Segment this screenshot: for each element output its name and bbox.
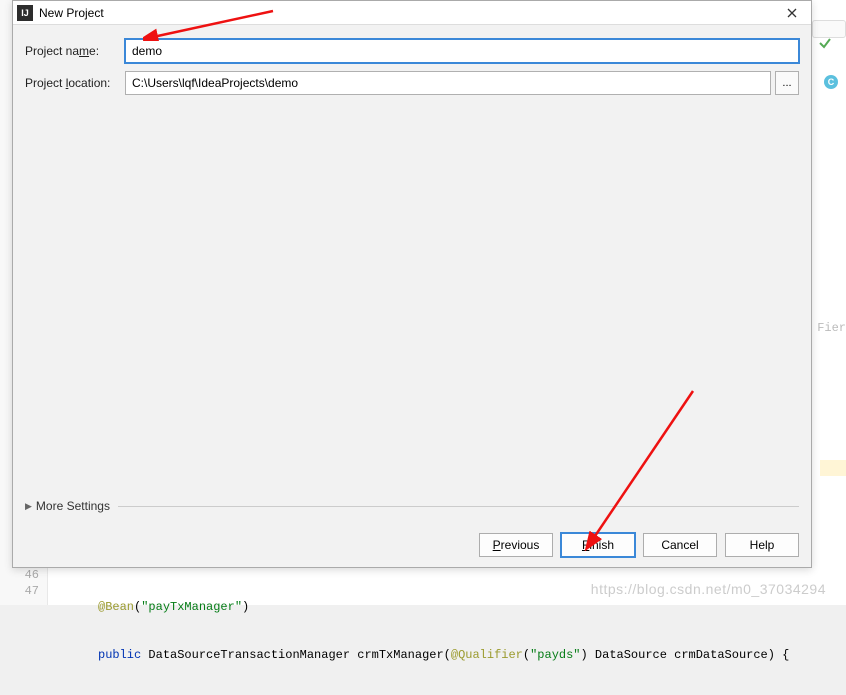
line-number: 46 <box>0 567 39 583</box>
divider-line <box>118 506 799 507</box>
project-location-row: Project location: ... <box>25 71 799 95</box>
project-name-input[interactable] <box>125 39 799 63</box>
code-line: public DataSourceTransactionManager crmT… <box>98 647 789 663</box>
editor-hint: Fier <box>817 320 846 336</box>
dialog-content: Project name: Project location: ... ▶ Mo… <box>13 25 811 567</box>
chevron-right-icon: ▶ <box>25 501 32 512</box>
project-location-label: Project location: <box>25 76 125 90</box>
more-settings-toggle[interactable]: ▶ More Settings <box>25 495 799 517</box>
more-settings-label: More Settings <box>36 499 110 513</box>
class-badge: C <box>824 75 838 89</box>
line-number: 47 <box>0 583 39 599</box>
cancel-button[interactable]: Cancel <box>643 533 717 557</box>
toolbar-hint-icon <box>818 36 832 53</box>
editor-highlight <box>820 460 846 476</box>
project-name-label: Project name: <box>25 44 125 58</box>
titlebar: IJ New Project <box>13 1 811 25</box>
dialog-title: New Project <box>39 6 777 20</box>
finish-button[interactable]: Finish <box>561 533 635 557</box>
browse-button[interactable]: ... <box>775 71 799 95</box>
spacer <box>25 103 799 495</box>
previous-button[interactable]: Previous <box>479 533 553 557</box>
app-icon: IJ <box>17 5 33 21</box>
button-row: Previous Finish Cancel Help <box>25 517 799 557</box>
help-button[interactable]: Help <box>725 533 799 557</box>
project-location-input[interactable] <box>125 71 771 95</box>
project-name-row: Project name: <box>25 39 799 63</box>
close-icon[interactable] <box>777 1 807 25</box>
new-project-dialog: IJ New Project Project name: Project loc… <box>12 0 812 568</box>
code-line: @Bean("payTxManager") <box>98 599 789 615</box>
watermark: https://blog.csdn.net/m0_37034294 <box>591 581 826 597</box>
